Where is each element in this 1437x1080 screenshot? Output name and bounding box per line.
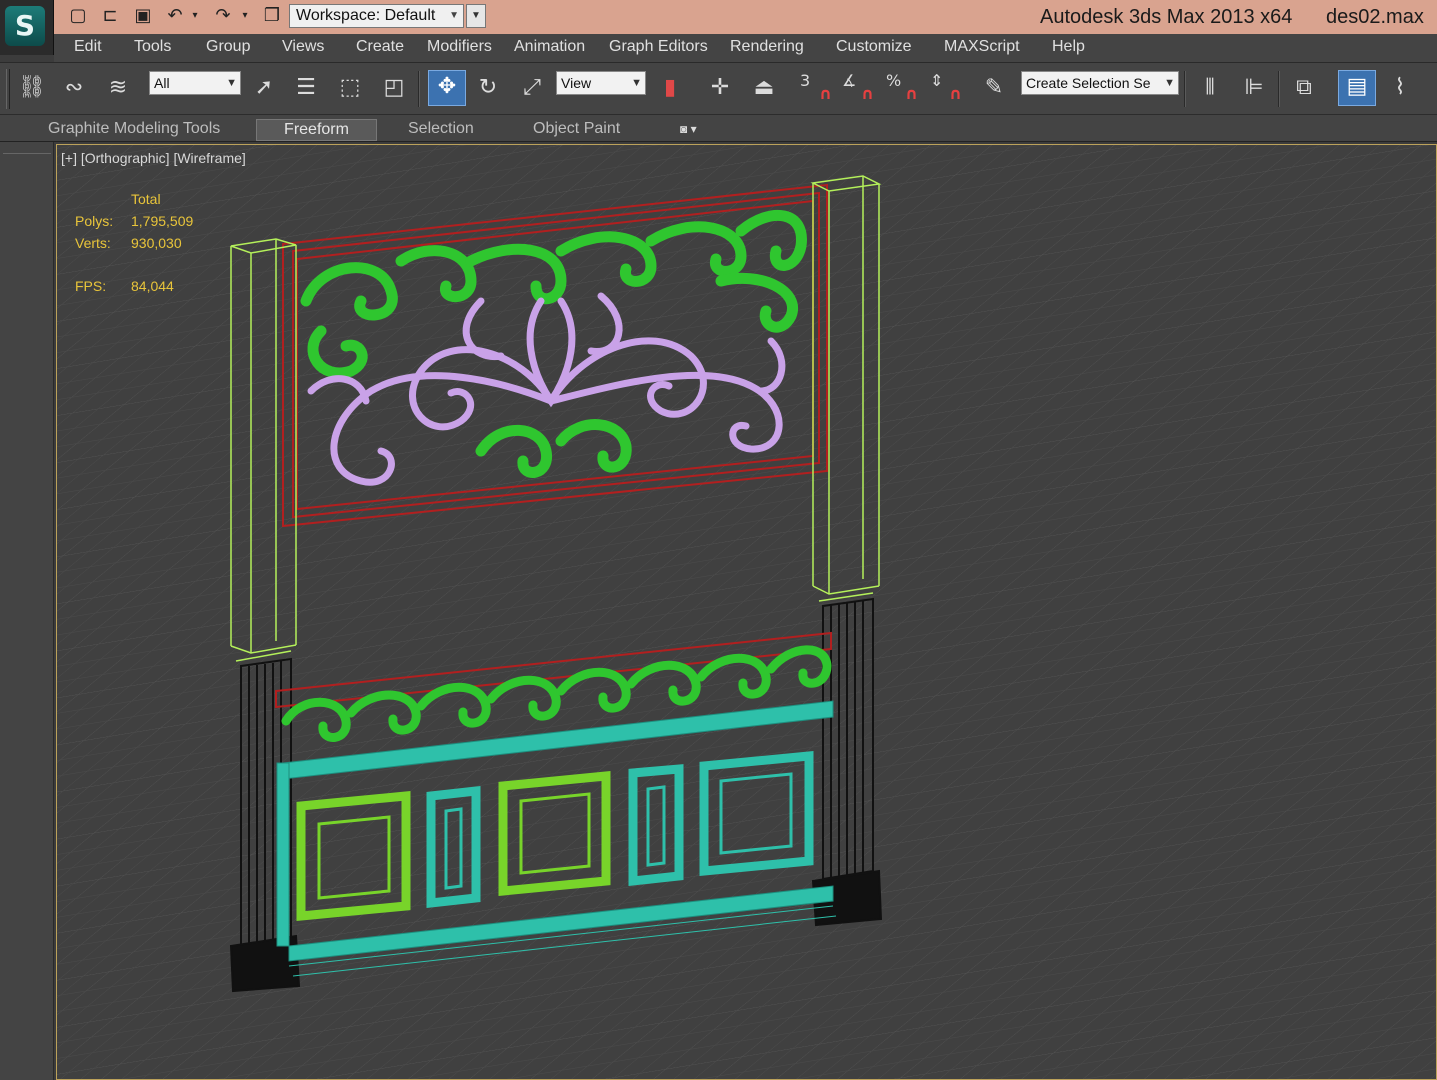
viewport-layout-strip[interactable] [3, 142, 51, 154]
use-pivot-point-center-icon[interactable]: ▮ [654, 72, 686, 104]
select-and-rotate-icon[interactable]: ↻ [472, 72, 504, 104]
stats-verts-label: Verts: [75, 235, 111, 251]
magnet-icon: ∩ [905, 84, 918, 103]
toggle-ribbon-icon[interactable]: ▤ [1338, 70, 1376, 106]
workspace-dropdown[interactable]: Workspace: Default ▼ [289, 4, 464, 28]
selection-filter-value: All [154, 75, 170, 91]
workspace-label: Workspace: Default [296, 7, 436, 24]
left-command-strip [0, 142, 54, 1080]
menu-tools[interactable]: Tools [134, 38, 171, 56]
ribbon-minimize-icon[interactable]: ◙ ▾ [680, 122, 710, 136]
bind-to-space-warp-icon[interactable]: ≋ [102, 72, 134, 104]
viewport-orthographic[interactable]: [+] [Orthographic] [Wireframe] Total Pol… [56, 144, 1437, 1080]
select-by-name-icon[interactable]: ☰ [290, 72, 322, 104]
chevron-down-icon: ▼ [1164, 77, 1175, 89]
tab-selection[interactable]: Selection [408, 119, 474, 141]
unlink-selection-icon[interactable]: ∾ [58, 72, 90, 104]
stats-polys-label: Polys: [75, 213, 114, 229]
select-and-link-icon[interactable]: ⛓ [16, 72, 48, 104]
spinner-snap-icon: ⇕ [930, 71, 944, 90]
project-folder-icon[interactable]: ❐ [260, 5, 284, 27]
magnet-icon: ∩ [819, 84, 832, 103]
chevron-down-icon: ▼ [226, 77, 237, 89]
snaps-toggle-button[interactable]: 3 ∩ [800, 71, 834, 105]
rectangular-selection-region-icon[interactable]: ⬚ [334, 72, 366, 104]
app-title: Autodesk 3ds Max 2013 x64 [1040, 6, 1293, 28]
tab-object-paint[interactable]: Object Paint [533, 119, 620, 141]
undo-icon[interactable]: ↶ [163, 5, 187, 27]
menu-create[interactable]: Create [356, 38, 404, 56]
open-file-icon[interactable]: ⊏ [98, 5, 122, 27]
tab-graphite-modeling-tools[interactable]: Graphite Modeling Tools [48, 119, 220, 141]
named-selection-sets-dropdown[interactable]: Create Selection Se ▼ [1021, 71, 1179, 95]
chevron-down-icon: ▼ [449, 10, 459, 21]
curve-editor-icon[interactable]: ⌇ [1384, 72, 1416, 104]
menu-modifiers[interactable]: Modifiers [427, 38, 492, 56]
stats-total-label: Total [131, 191, 161, 207]
toolbar-separator [1184, 71, 1186, 107]
ribbon-tabs: Graphite Modeling Tools Freeform Selecti… [0, 114, 1437, 142]
select-and-manipulate-icon[interactable]: ✛ [704, 72, 736, 104]
menu-help[interactable]: Help [1052, 38, 1085, 56]
select-and-move-icon[interactable]: ✥ [428, 70, 466, 106]
menu-customize[interactable]: Customize [836, 38, 912, 56]
save-icon[interactable]: ▣ [131, 5, 155, 27]
mirror-icon[interactable]: ⫴ [1194, 72, 1226, 104]
menu-views[interactable]: Views [282, 38, 324, 56]
keyboard-shortcut-override-icon[interactable]: ⏏ [748, 72, 780, 104]
named-selection-sets-value: Create Selection Se [1026, 75, 1151, 91]
spinner-snap-toggle-button[interactable]: ⇕ ∩ [930, 71, 964, 105]
magnet-icon: ∩ [861, 84, 874, 103]
toolbar-grip[interactable] [6, 69, 10, 109]
reference-coordinate-dropdown[interactable]: View ▼ [556, 71, 646, 95]
selection-filter-dropdown[interactable]: All ▼ [149, 71, 241, 95]
tab-freeform[interactable]: Freeform [256, 119, 377, 141]
viewport-scene [57, 145, 1436, 1079]
menu-group[interactable]: Group [206, 38, 250, 56]
chevron-down-icon: ▼ [631, 77, 642, 89]
percent-snap-toggle-button[interactable]: % ∩ [886, 71, 920, 105]
angle-snap-toggle-button[interactable]: ∡ ∩ [842, 71, 876, 105]
select-object-icon[interactable]: ➚ [248, 72, 280, 104]
file-name: des02.max [1326, 6, 1424, 28]
title-bar: ▢ ⊏ ▣ ↶ ▾ ↷ ▾ ❐ Workspace: Default ▼ ▼ A… [0, 0, 1437, 34]
redo-icon[interactable]: ↷ [211, 5, 235, 27]
align-icon[interactable]: ⊫ [1238, 72, 1270, 104]
edit-named-selection-sets-icon[interactable]: ✎ [978, 72, 1010, 104]
snaps-toggle-label: 3 [800, 71, 811, 90]
reference-coordinate-value: View [561, 75, 592, 91]
new-file-icon[interactable]: ▢ [66, 5, 90, 27]
undo-dropdown-icon[interactable]: ▾ [188, 5, 202, 27]
menu-edit[interactable]: Edit [74, 38, 102, 56]
application-button[interactable]: S [0, 0, 54, 55]
menu-animation[interactable]: Animation [514, 38, 585, 56]
toolbar-separator [1278, 71, 1280, 107]
stats-fps-value: 84,044 [131, 278, 174, 294]
viewport-label[interactable]: [+] [Orthographic] [Wireframe] [61, 150, 246, 166]
3dsmax-logo-icon: S [5, 6, 45, 46]
stats-polys-value: 1,795,509 [131, 213, 194, 229]
toolbar-separator [418, 71, 420, 107]
window-crossing-icon[interactable]: ◰ [378, 72, 410, 104]
stats-fps-label: FPS: [75, 278, 107, 294]
layer-manager-icon[interactable]: ⧉ [1288, 72, 1320, 104]
qat-customize-button[interactable]: ▼ [466, 4, 486, 28]
main-toolbar: ⛓ ∾ ≋ All ▼ ➚ ☰ ⬚ ◰ ✥ ↻ ⤢ View ▼ ▮ ✛ ⏏ 3… [0, 62, 1437, 114]
select-and-scale-icon[interactable]: ⤢ [516, 72, 548, 104]
menu-maxscript[interactable]: MAXScript [944, 38, 1020, 56]
percent-snap-label: % [886, 71, 902, 90]
angle-snap-icon: ∡ [842, 71, 857, 90]
menu-bar: Edit Tools Group Views Create Modifiers … [54, 34, 1437, 62]
menu-rendering[interactable]: Rendering [730, 38, 804, 56]
menu-graph-editors[interactable]: Graph Editors [609, 38, 708, 56]
stats-verts-value: 930,030 [131, 235, 182, 251]
magnet-icon: ∩ [949, 84, 962, 103]
redo-dropdown-icon[interactable]: ▾ [238, 5, 252, 27]
